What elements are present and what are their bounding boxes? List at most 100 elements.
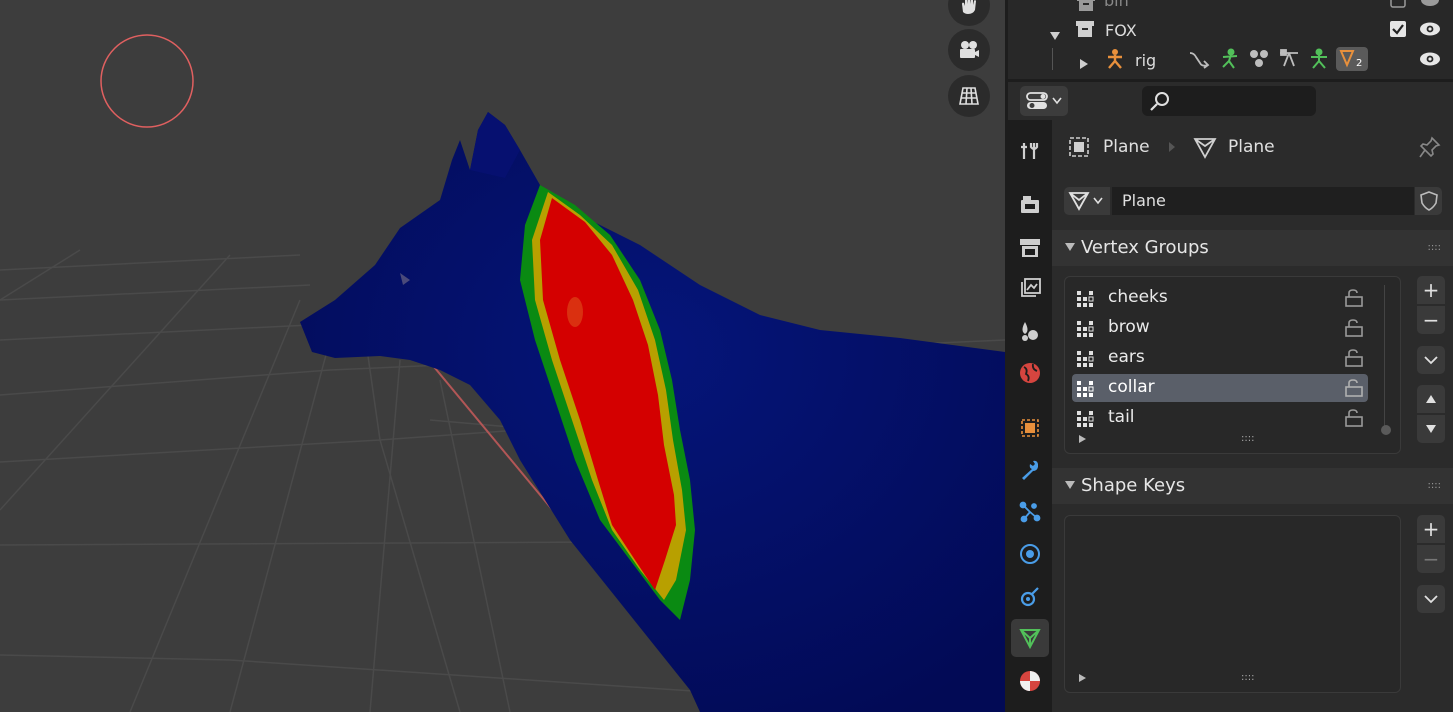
- material-icon: [1020, 671, 1040, 691]
- shape-key-list[interactable]: ::::: [1064, 515, 1401, 693]
- outliner-row-fox[interactable]: FOX: [1008, 16, 1453, 44]
- vertex-group-list[interactable]: cheeks brow ears collar tail::::: [1064, 276, 1401, 454]
- tab-particles[interactable]: [1011, 493, 1049, 531]
- vertex-groups-header[interactable]: Vertex Groups ::::: [1052, 230, 1453, 266]
- list-item[interactable]: cheeks: [1072, 284, 1368, 312]
- tab-scene[interactable]: [1011, 312, 1049, 350]
- mesh-data-icon: [1019, 629, 1041, 650]
- tab-output[interactable]: [1011, 229, 1049, 267]
- 3d-viewport[interactable]: [0, 0, 1005, 712]
- chevron-down-icon: [1424, 356, 1438, 365]
- constraint-icon: [1188, 49, 1210, 73]
- render-icon: [1021, 196, 1039, 213]
- viewport-scene[interactable]: [0, 0, 1005, 712]
- list-item[interactable]: ears: [1072, 344, 1368, 372]
- tab-constraints[interactable]: [1011, 578, 1049, 616]
- list-filter-expand-icon[interactable]: [1079, 435, 1086, 443]
- object-icon: [1021, 419, 1039, 437]
- list-filter-expand-icon[interactable]: [1079, 674, 1086, 682]
- vertex-group-name: ears: [1108, 347, 1145, 367]
- mesh-name-field[interactable]: Plane: [1112, 187, 1414, 215]
- move-up-button[interactable]: [1417, 385, 1445, 413]
- tab-world[interactable]: [1011, 354, 1049, 392]
- properties-header: [1008, 82, 1453, 120]
- mesh-data-badge-icon[interactable]: [1336, 47, 1368, 71]
- search-input[interactable]: [1142, 86, 1316, 116]
- brush-circle: [100, 34, 194, 128]
- drag-grip-icon[interactable]: ::::: [1428, 480, 1441, 491]
- badge-count: 2: [1356, 58, 1363, 69]
- remove-vertex-group-button[interactable]: −: [1417, 306, 1445, 334]
- shape-keys-header[interactable]: Shape Keys ::::: [1052, 468, 1453, 504]
- unlock-icon[interactable]: [1344, 349, 1368, 367]
- tab-material[interactable]: [1011, 662, 1049, 700]
- tab-physics[interactable]: [1011, 535, 1049, 573]
- object-square-icon: [1069, 137, 1089, 157]
- chevron-down-icon: [1052, 97, 1062, 105]
- properties-editor-icon: [1026, 92, 1048, 109]
- panel-collapse-icon: [1065, 243, 1075, 251]
- mesh-browse-button[interactable]: [1064, 187, 1110, 215]
- wrench-icon: [1022, 460, 1038, 480]
- expand-down-icon[interactable]: [1050, 25, 1060, 44]
- output-icon: [1020, 239, 1040, 257]
- breadcrumb-object: Plane: [1103, 137, 1150, 157]
- eye-icon[interactable]: [1419, 51, 1441, 71]
- list-scrollbar[interactable]: [1381, 285, 1391, 435]
- outliner-row-bin[interactable]: bin: [1008, 0, 1453, 14]
- move-down-button[interactable]: [1417, 415, 1445, 443]
- tab-object[interactable]: [1011, 409, 1049, 447]
- vertex-group-name: collar: [1108, 377, 1155, 397]
- tab-modifiers[interactable]: [1011, 451, 1049, 489]
- bone-group-icon: [1278, 48, 1300, 74]
- editor-type-button[interactable]: [1020, 86, 1068, 116]
- right-panel: bin FOX rig 2 Plane Plane Plane Vertex G…: [1005, 0, 1453, 712]
- view-layer-icon: [1021, 278, 1041, 297]
- expand-right-icon[interactable]: [1080, 54, 1088, 73]
- pin-icon: [1419, 136, 1441, 158]
- checkbox-checked-icon[interactable]: [1390, 21, 1406, 41]
- unlock-icon[interactable]: [1344, 289, 1368, 307]
- remove-shape-key-button[interactable]: −: [1417, 545, 1445, 573]
- vertex-group-specials-button[interactable]: [1417, 346, 1445, 374]
- tab-view-layer[interactable]: [1011, 270, 1049, 308]
- outliner-label: rig: [1135, 51, 1157, 70]
- checkbox-icon[interactable]: [1390, 0, 1406, 12]
- ortho-grid-icon[interactable]: [948, 75, 990, 117]
- vertex-group-name: cheeks: [1108, 287, 1168, 307]
- world-icon: [1020, 363, 1040, 383]
- tab-render[interactable]: [1011, 185, 1049, 223]
- mesh-datablock-selector: Plane: [1064, 187, 1442, 215]
- camera-view-icon[interactable]: [948, 29, 990, 71]
- vertex-group-icon: [1077, 321, 1094, 337]
- unlock-icon[interactable]: [1344, 379, 1368, 397]
- tab-mesh-data[interactable]: [1011, 619, 1049, 657]
- list-resize-grip[interactable]: ::::: [1241, 672, 1254, 683]
- pose-green-icon: [1308, 48, 1330, 74]
- physics-icon: [1020, 544, 1040, 564]
- drag-grip-icon[interactable]: ::::: [1428, 242, 1441, 253]
- fake-user-shield-icon[interactable]: [1415, 187, 1442, 215]
- constraint-icon: [1020, 587, 1039, 607]
- vertex-group-name: brow: [1108, 317, 1150, 337]
- eye-icon[interactable]: [1419, 0, 1441, 12]
- particles-icon: [1019, 501, 1041, 523]
- outliner-label: FOX: [1105, 21, 1137, 40]
- mesh-triangle-icon: [1068, 192, 1103, 211]
- unlock-icon[interactable]: [1344, 409, 1368, 427]
- vertex-group-icon: [1077, 381, 1094, 397]
- list-item[interactable]: tail: [1072, 404, 1368, 432]
- list-item-selected[interactable]: collar: [1072, 374, 1368, 402]
- tab-tool[interactable]: [1011, 132, 1049, 170]
- outliner[interactable]: bin FOX rig 2: [1008, 0, 1453, 79]
- list-resize-grip[interactable]: ::::: [1241, 433, 1254, 444]
- add-vertex-group-button[interactable]: +: [1417, 276, 1445, 304]
- unlock-icon[interactable]: [1344, 319, 1368, 337]
- add-shape-key-button[interactable]: +: [1417, 515, 1445, 543]
- list-item[interactable]: brow: [1072, 314, 1368, 342]
- triangle-up-icon: [1426, 395, 1436, 403]
- vertex-group-icon: [1077, 411, 1094, 427]
- shape-key-specials-button[interactable]: [1417, 585, 1445, 613]
- outliner-row-rig[interactable]: rig 2: [1008, 46, 1453, 74]
- eye-icon[interactable]: [1419, 21, 1441, 41]
